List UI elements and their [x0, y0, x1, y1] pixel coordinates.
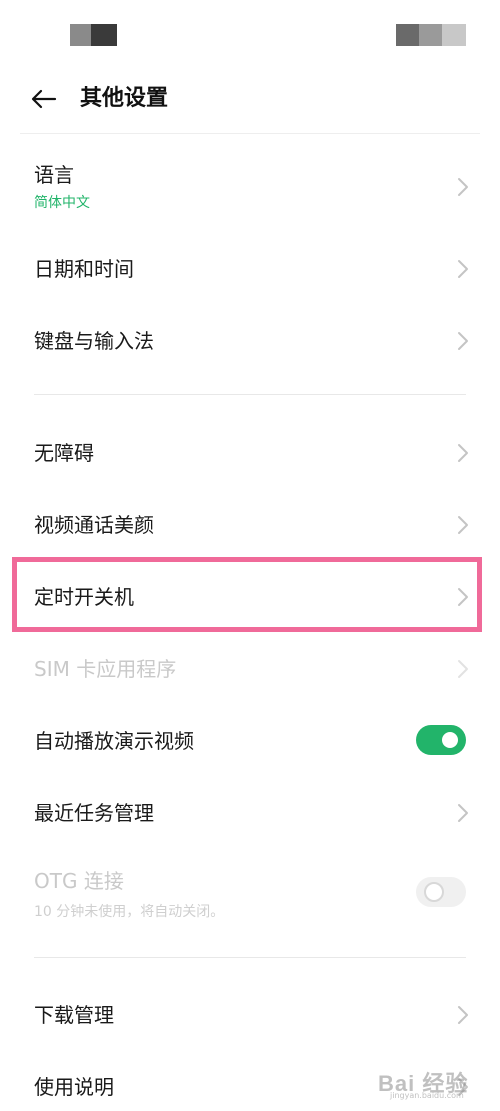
back-button[interactable]	[24, 84, 64, 114]
watermark-sub: jingyan.baidu.com	[390, 1091, 464, 1100]
settings-item-date-time[interactable]: 日期和时间	[0, 232, 500, 304]
settings-item-label: 无障碍	[34, 441, 94, 465]
settings-item-keyboard-input[interactable]: 键盘与输入法	[0, 304, 500, 376]
settings-item-label: 自动播放演示视频	[34, 729, 194, 753]
chevron-right-icon	[458, 516, 468, 534]
chevron-right-icon	[458, 660, 468, 678]
chevron-right-icon	[458, 260, 468, 278]
watermark: Bai 经验 jingyan.baidu.com	[378, 1058, 478, 1100]
status-bar-left-blurred	[70, 24, 117, 46]
settings-item-label: 键盘与输入法	[34, 329, 154, 353]
settings-item-download-manager[interactable]: 下载管理	[0, 978, 500, 1050]
chevron-right-icon	[458, 804, 468, 822]
settings-item-sim-toolkit: SIM 卡应用程序	[0, 632, 500, 704]
settings-item-video-call-beauty[interactable]: 视频通话美颜	[0, 488, 500, 560]
section-divider	[34, 957, 466, 958]
settings-item-label: 视频通话美颜	[34, 513, 154, 537]
otg-toggle	[416, 877, 466, 907]
settings-item-label: 日期和时间	[34, 257, 134, 281]
chevron-right-icon	[458, 588, 468, 606]
chevron-right-icon	[458, 444, 468, 462]
settings-item-label: 最近任务管理	[34, 801, 154, 825]
section-divider	[34, 394, 466, 395]
toggle-knob	[424, 882, 444, 902]
settings-item-subtitle: 简体中文	[34, 195, 90, 211]
toggle-knob	[442, 732, 458, 748]
page-header: 其他设置	[0, 64, 500, 134]
arrow-left-icon	[31, 89, 57, 109]
settings-item-label: OTG 连接	[34, 869, 124, 893]
chevron-right-icon	[458, 332, 468, 350]
page-title: 其他设置	[80, 86, 169, 111]
settings-item-label: 使用说明	[34, 1075, 114, 1099]
status-bar	[0, 0, 500, 64]
chevron-right-icon	[458, 178, 468, 196]
settings-item-label: SIM 卡应用程序	[34, 657, 177, 681]
settings-item-subtitle: 10 分钟未使用，将自动关闭。	[34, 904, 225, 920]
settings-item-language[interactable]: 语言 简体中文	[0, 148, 500, 224]
settings-item-otg: OTG 连接 10 分钟未使用，将自动关闭。	[0, 852, 500, 932]
settings-item-autoplay-demo-video: 自动播放演示视频	[0, 704, 500, 776]
settings-item-accessibility[interactable]: 无障碍	[0, 416, 500, 488]
status-bar-right-blurred	[396, 24, 466, 46]
settings-item-scheduled-power[interactable]: 定时开关机	[0, 560, 500, 632]
settings-item-recent-tasks[interactable]: 最近任务管理	[0, 776, 500, 848]
settings-item-label: 下载管理	[34, 1003, 114, 1027]
settings-item-label: 定时开关机	[34, 585, 134, 609]
chevron-right-icon	[458, 1006, 468, 1024]
autoplay-demo-video-toggle[interactable]	[416, 725, 466, 755]
settings-item-label: 语言	[34, 163, 74, 187]
header-divider	[20, 133, 480, 134]
